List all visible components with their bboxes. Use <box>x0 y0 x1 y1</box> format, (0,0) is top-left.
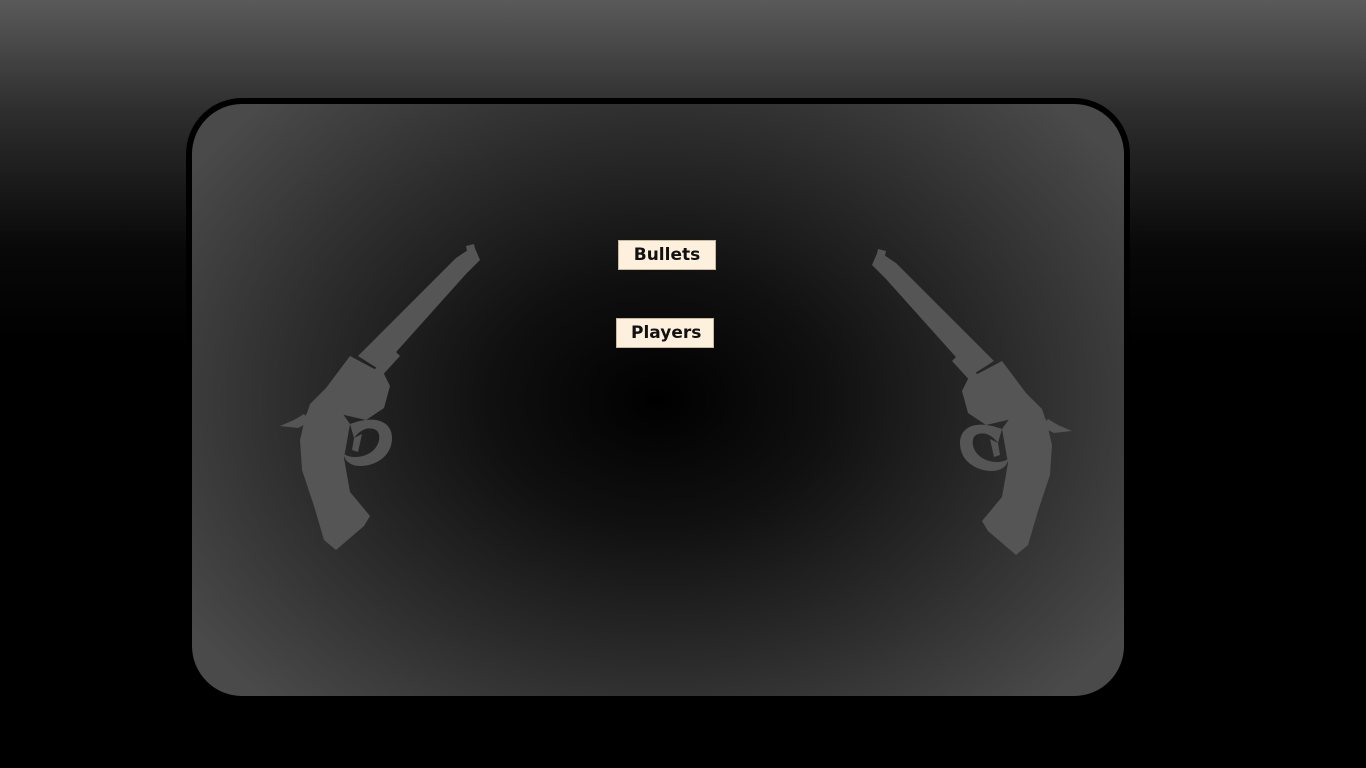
menu-panel: Bullets Players <box>186 98 1130 702</box>
revolver-icon <box>280 244 480 550</box>
players-button[interactable]: Players <box>616 318 714 348</box>
revolver-icon-left <box>280 244 500 556</box>
revolver-icon <box>872 249 1072 555</box>
revolver-icon-right <box>852 249 1072 561</box>
bullets-button[interactable]: Bullets <box>618 240 716 270</box>
